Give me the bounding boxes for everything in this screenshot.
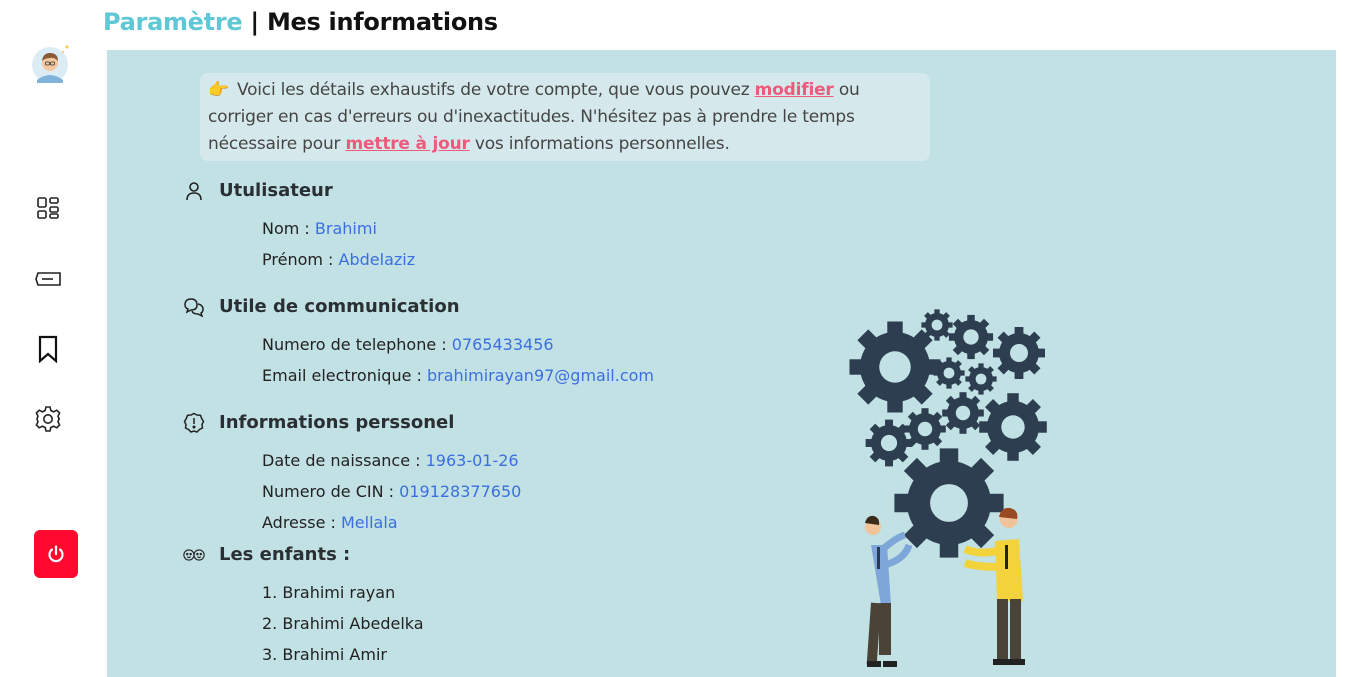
- field-value: Abdelaziz: [338, 250, 416, 269]
- field-label: Adresse :: [262, 513, 341, 532]
- pointing-hand-icon: 👉: [208, 80, 229, 100]
- gears-teamwork-illustration: [847, 305, 1057, 675]
- notice-text-3: vos informations personnelles.: [469, 134, 730, 154]
- field-nom: Nom : Brahimi: [262, 219, 377, 238]
- logout-button[interactable]: [34, 530, 78, 578]
- field-value: 0765433456: [451, 335, 554, 354]
- field-address: Adresse : Mellala: [262, 513, 398, 532]
- list-item: 1. Brahimi rayan: [262, 583, 396, 602]
- notice-text-1: Voici les détails exhaustifs de votre co…: [236, 80, 755, 100]
- main-panel: 👉 Voici les détails exhaustifs de votre c…: [107, 50, 1336, 677]
- section-communication-title: Utile de communication: [219, 296, 460, 317]
- field-birthdate: Date de naissance : 1963-01-26: [262, 451, 519, 470]
- list-item: 3. Brahimi Amir: [262, 645, 387, 664]
- field-value: Mellala: [340, 513, 398, 532]
- breadcrumb-separator: |: [250, 8, 259, 36]
- field-value: Brahimi: [314, 219, 377, 238]
- modify-link[interactable]: modifier: [755, 80, 834, 100]
- ticket-icon[interactable]: [33, 264, 63, 294]
- breadcrumb-title: Mes informations: [266, 8, 498, 36]
- section-children-title: Les enfants :: [219, 544, 351, 565]
- chat-bubbles-icon: [183, 296, 205, 318]
- field-label: Prénom :: [262, 250, 339, 269]
- bookmark-icon[interactable]: [33, 334, 63, 364]
- field-email: Email electronique : brahimirayan97@gmai…: [262, 366, 654, 385]
- field-value: 1963-01-26: [425, 451, 519, 470]
- breadcrumb-section: Paramètre: [103, 8, 243, 36]
- update-link[interactable]: mettre à jour: [346, 134, 470, 154]
- field-label: Numero de CIN :: [262, 482, 400, 501]
- user-icon: [183, 180, 205, 202]
- field-value: brahimirayan97@gmail.com: [426, 366, 654, 385]
- field-prenom: Prénom : Abdelaziz: [262, 250, 415, 269]
- section-user: Utulisateur: [186, 180, 333, 201]
- field-label: Nom :: [262, 219, 315, 238]
- section-personal: Informations perssonel: [183, 412, 455, 433]
- power-icon: [48, 545, 64, 563]
- field-value: 019128377650: [399, 482, 522, 501]
- sidebar: [0, 0, 100, 677]
- field-label: Numero de telephone :: [262, 335, 452, 354]
- field-label: Date de naissance :: [262, 451, 426, 470]
- field-cin: Numero de CIN : 019128377650: [262, 482, 521, 501]
- field-phone: Numero de telephone : 0765433456: [262, 335, 554, 354]
- field-label: Email electronique :: [262, 366, 427, 385]
- section-children: Les enfants :: [183, 544, 351, 565]
- dashboard-icon[interactable]: [33, 193, 63, 223]
- alert-circle-icon: [183, 412, 205, 434]
- section-personal-title: Informations perssonel: [219, 412, 455, 433]
- children-faces-icon: [183, 544, 205, 566]
- list-item: 2. Brahimi Abedelka: [262, 614, 424, 633]
- section-user-title: Utulisateur: [219, 180, 333, 201]
- gear-icon[interactable]: [33, 404, 63, 434]
- page-title: Paramètre | Mes informations: [103, 8, 498, 36]
- info-notice: 👉 Voici les détails exhaustifs de votre c…: [200, 73, 930, 161]
- avatar[interactable]: [30, 44, 72, 86]
- section-communication: Utile de communication: [184, 296, 460, 317]
